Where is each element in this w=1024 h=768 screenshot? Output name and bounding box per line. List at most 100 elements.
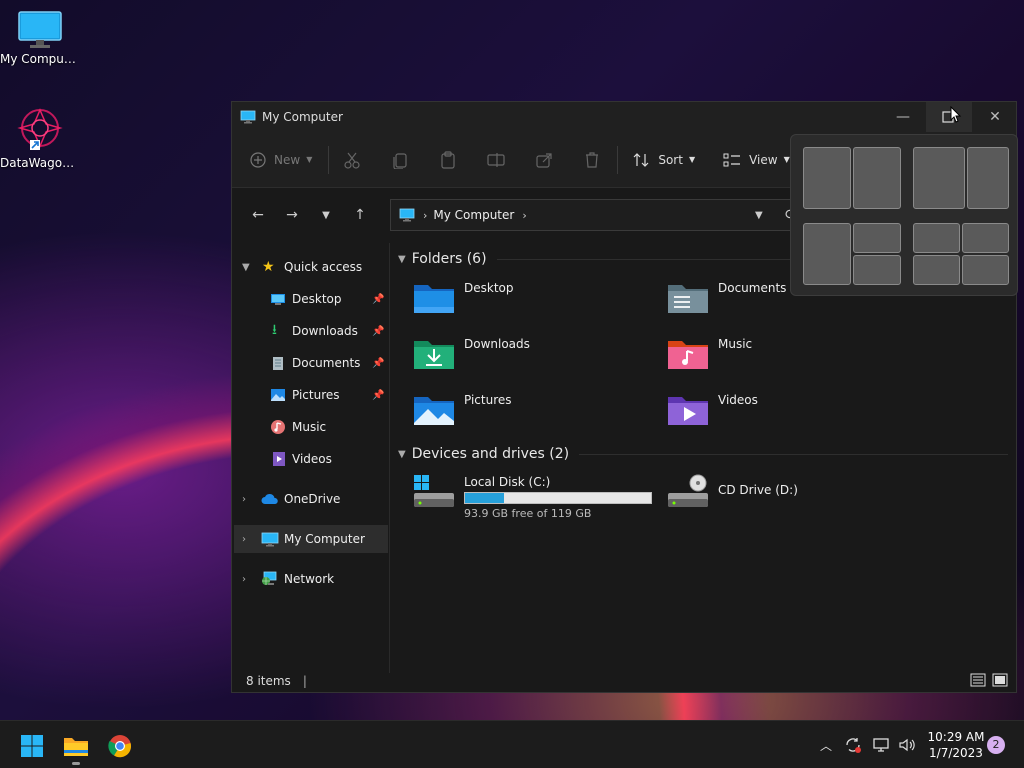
folder-name: Videos (718, 393, 758, 407)
start-button[interactable] (12, 729, 52, 763)
folder-tile-documents[interactable]: Documents (666, 279, 786, 315)
toolbar-divider (328, 145, 330, 174)
pin-icon[interactable]: 📌 (372, 294, 384, 305)
chevron-down-icon: ▼ (306, 155, 313, 164)
folder-name: Downloads (464, 337, 530, 351)
folder-name: Documents (718, 281, 787, 295)
sidebar-item-label: Pictures (292, 388, 340, 402)
recent-locations-button[interactable]: ▼ (312, 210, 340, 221)
large-icons-view-icon[interactable] (992, 673, 1008, 687)
desktop-folder-icon (414, 285, 454, 313)
taskbar-file-explorer[interactable] (56, 729, 96, 765)
chevron-down-icon[interactable]: ▼ (242, 262, 250, 273)
network-status-icon[interactable] (872, 737, 890, 753)
details-view-icon[interactable] (970, 673, 986, 687)
up-button[interactable]: ↑ (346, 207, 374, 223)
sidebar-item-onedrive[interactable]: › OneDrive (232, 485, 388, 513)
sidebar-item-pictures[interactable]: Pictures 📌 (232, 381, 388, 409)
local-disk-icon (414, 475, 454, 507)
sidebar-item-my-computer[interactable]: › My Computer (234, 525, 388, 553)
copy-button[interactable] (391, 151, 409, 169)
sidebar-item-label: Documents (292, 356, 361, 370)
toolbar-divider (617, 145, 619, 174)
snap-zone-half-left[interactable] (803, 147, 851, 209)
desktop-icon-my-computer[interactable]: My Computer (0, 10, 80, 66)
address-history-dropdown[interactable]: ▼ (755, 210, 763, 221)
volume-icon[interactable] (898, 737, 916, 753)
documents-folder-icon (668, 285, 708, 313)
snap-zone-quad-bottom-right[interactable] (962, 255, 1009, 285)
chevron-down-icon[interactable]: ▼ (398, 254, 406, 265)
sidebar-item-label: Network (284, 572, 335, 586)
folder-tile-videos[interactable]: Videos (666, 391, 758, 427)
paste-icon (441, 150, 455, 169)
address-bar[interactable]: › My Computer › ▼ ⟳ (390, 199, 810, 231)
pin-icon[interactable]: 📌 (372, 358, 384, 369)
snap-zone-quad-top-right[interactable] (962, 223, 1009, 253)
folder-tile-pictures[interactable]: Pictures (412, 391, 512, 427)
chevron-right-icon[interactable]: › (242, 534, 246, 545)
drive-tile-c[interactable]: Local Disk (C:) 93.9 GB free of 119 GB (412, 473, 652, 520)
pictures-icon (271, 389, 285, 401)
chevron-down-icon: ▼ (688, 155, 696, 164)
folder-tile-desktop[interactable]: Desktop (412, 279, 514, 315)
snap-zone-quad-top-left[interactable] (913, 223, 960, 253)
chevron-down-icon[interactable]: ▼ (398, 449, 406, 460)
cut-button[interactable] (343, 151, 361, 169)
cloud-icon (261, 493, 278, 504)
paste-button[interactable] (439, 150, 457, 169)
sidebar-item-documents[interactable]: Documents 📌 (232, 349, 388, 377)
share-button[interactable] (535, 151, 553, 169)
notification-badge[interactable]: 2 (987, 736, 1005, 754)
section-title: Folders (6) (411, 251, 487, 267)
sidebar-item-desktop[interactable]: Desktop 📌 (232, 285, 388, 313)
new-button[interactable]: New ▼ (250, 151, 313, 168)
breadcrumb-my-computer[interactable]: My Computer (433, 208, 514, 222)
snap-zone-quad-bottom-left[interactable] (913, 255, 960, 285)
windows-logo-icon (21, 735, 43, 757)
pin-icon[interactable]: 📌 (372, 390, 384, 401)
clock[interactable]: 10:29 AM 1/7/2023 (924, 729, 988, 761)
chevron-up-icon[interactable]: ︿ (820, 737, 832, 754)
snap-zone-wide-left[interactable] (913, 147, 965, 209)
drive-usage-bar (464, 492, 652, 504)
snap-zone-three-top-right[interactable] (853, 223, 901, 253)
sidebar-item-videos[interactable]: Videos (232, 445, 388, 473)
downloads-folder-icon (414, 341, 454, 369)
chevron-right-icon[interactable]: › (242, 574, 246, 585)
chevron-right-icon[interactable]: › (423, 209, 427, 222)
drives-section-header[interactable]: ▼ Devices and drives (2) (398, 446, 1008, 462)
minimize-button[interactable]: — (880, 102, 926, 132)
chevron-right-icon[interactable]: › (242, 494, 246, 505)
sidebar-item-label: OneDrive (284, 492, 341, 506)
drive-tile-d[interactable]: CD Drive (D:) (666, 473, 798, 509)
sidebar-item-label: Downloads (292, 324, 358, 338)
back-button[interactable]: ← (244, 207, 272, 223)
sync-icon[interactable] (844, 736, 862, 754)
forward-button[interactable]: → (278, 207, 306, 223)
chevron-right-icon[interactable]: › (522, 209, 526, 222)
pin-icon[interactable]: 📌 (372, 326, 384, 337)
folder-tile-downloads[interactable]: Downloads (412, 335, 530, 371)
snap-zone-three-bottom-right[interactable] (853, 255, 901, 285)
folder-tile-music[interactable]: Music (666, 335, 752, 371)
rename-button[interactable] (487, 151, 505, 169)
view-button[interactable]: View ▼ (723, 153, 790, 167)
sidebar-item-music[interactable]: Music (232, 413, 388, 441)
close-button[interactable]: ✕ (972, 102, 1018, 132)
section-title: Devices and drives (2) (411, 446, 570, 462)
sidebar-item-quick-access[interactable]: ▼ ★ Quick access (232, 253, 388, 281)
sort-button[interactable]: Sort ▼ (632, 152, 695, 168)
share-icon (536, 152, 552, 168)
snap-zone-three-left[interactable] (803, 223, 851, 285)
document-icon (273, 356, 283, 370)
maximize-button[interactable] (926, 102, 972, 132)
sidebar-item-downloads[interactable]: ⭳ Downloads 📌 (232, 317, 388, 345)
snap-zone-narrow-right[interactable] (967, 147, 1009, 209)
snap-zone-half-right[interactable] (853, 147, 901, 209)
desktop-icon-datawagon[interactable]: DataWagon... (0, 106, 80, 170)
taskbar-chrome[interactable] (100, 729, 140, 763)
sidebar-item-network[interactable]: › Network (232, 565, 388, 593)
delete-button[interactable] (583, 151, 601, 169)
status-bar: 8 items | (232, 670, 1016, 692)
